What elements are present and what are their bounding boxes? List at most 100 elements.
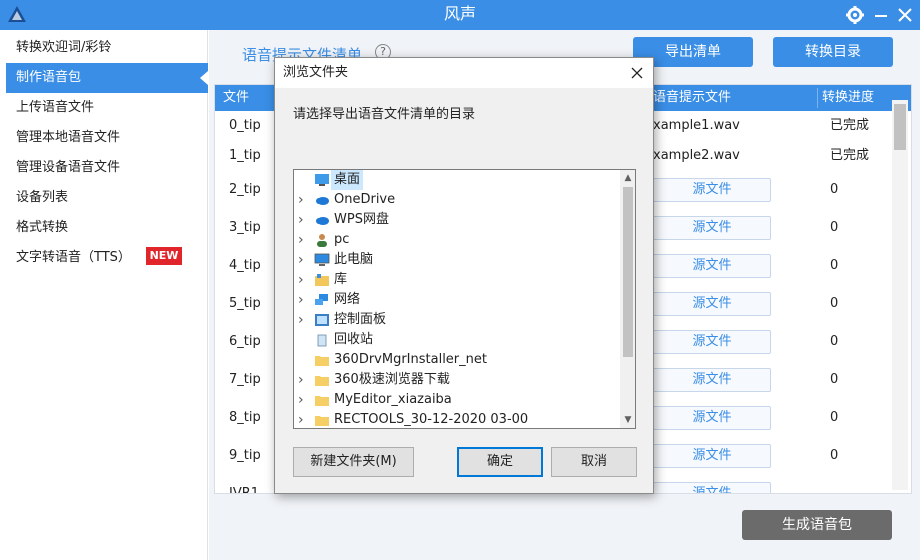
source-file-button[interactable]: 源文件	[653, 406, 771, 430]
row-file-name: 6_tip	[229, 334, 261, 349]
folder-tree-label: 回收站	[334, 332, 374, 347]
new-folder-button[interactable]: 新建文件夹(M)	[293, 447, 414, 477]
sidebar-item-make-voice-pack[interactable]: 制作语音包	[6, 63, 208, 93]
recycle-bin-icon	[314, 333, 330, 347]
folder-tree-label: RECTOOLS_30-12-2020 03-00	[334, 412, 529, 427]
folder-tree-label: 此电脑	[334, 252, 374, 267]
cloud-icon	[314, 193, 330, 207]
sidebar-item-upload-voice[interactable]: 上传语音文件	[6, 93, 208, 123]
folder-tree-item[interactable]: 桌面	[294, 170, 620, 190]
cancel-button[interactable]: 取消	[551, 447, 637, 477]
row-file-name: 0_tip	[229, 118, 261, 133]
folder-tree-item[interactable]: › 360极速浏览器下载	[294, 370, 620, 390]
expand-chevron-icon[interactable]: ›	[298, 310, 308, 330]
tree-scrollbar[interactable]: ▲ ▼	[620, 170, 635, 428]
expand-chevron-icon[interactable]: ›	[298, 290, 308, 310]
expand-chevron-icon[interactable]: ›	[298, 250, 308, 270]
desktop-icon	[314, 173, 330, 187]
folder-tree-label: 360极速浏览器下载	[334, 372, 450, 387]
dialog-title-bar: 浏览文件夹	[275, 58, 653, 88]
scroll-up-icon[interactable]: ▲	[620, 170, 635, 186]
source-file-button[interactable]: 源文件	[653, 216, 771, 240]
folder-tree-item[interactable]: 360DrvMgrInstaller_net	[294, 350, 620, 370]
new-badge: NEW	[146, 247, 182, 265]
folder-tree-label: pc	[334, 232, 350, 247]
row-file-name: IVR1	[229, 486, 260, 494]
convert-directory-button[interactable]: 转换目录	[773, 37, 893, 67]
folder-tree-item[interactable]: › pc	[294, 230, 620, 250]
tree-scrollbar-thumb[interactable]	[623, 187, 633, 357]
folder-tree-item[interactable]: › OneDrive	[294, 190, 620, 210]
folder-tree-item[interactable]: › MyEditor_xiazaiba	[294, 390, 620, 410]
row-progress: 已完成	[830, 118, 870, 133]
folder-tree-label: 360DrvMgrInstaller_net	[334, 352, 487, 367]
source-file-button[interactable]: 源文件	[653, 482, 771, 493]
row-progress: 0	[830, 448, 839, 463]
expand-chevron-icon[interactable]: ›	[298, 190, 308, 210]
scrollbar-thumb[interactable]	[894, 104, 906, 150]
cloud-icon	[314, 213, 330, 227]
source-file-button[interactable]: 源文件	[653, 330, 771, 354]
row-progress: 0	[830, 258, 839, 273]
folder-tree-item[interactable]: › 此电脑	[294, 250, 620, 270]
source-file-button[interactable]: 源文件	[653, 368, 771, 392]
row-file-name: 5_tip	[229, 296, 261, 311]
folder-icon	[314, 373, 330, 387]
folder-tree-item[interactable]: › 库	[294, 270, 620, 290]
generate-voice-pack-button[interactable]: 生成语音包	[742, 510, 892, 540]
expand-chevron-icon[interactable]: ›	[298, 270, 308, 290]
folder-tree-item[interactable]: › WPS网盘	[294, 210, 620, 230]
expand-chevron-icon[interactable]: ›	[298, 230, 308, 250]
row-file-name: 1_tip	[229, 148, 261, 163]
folder-tree-label: 库	[334, 272, 348, 287]
title-bar: 风声	[0, 0, 920, 30]
row-file-name: 3_tip	[229, 220, 261, 235]
scroll-down-icon[interactable]: ▼	[620, 412, 635, 428]
sidebar: 转换欢迎词/彩铃 制作语音包 上传语音文件 管理本地语音文件 管理设备语音文件 …	[0, 30, 208, 560]
sidebar-item-manage-local[interactable]: 管理本地语音文件	[6, 123, 208, 153]
source-file-button[interactable]: 源文件	[653, 444, 771, 468]
expand-chevron-icon[interactable]: ›	[298, 370, 308, 390]
folder-tree-label: OneDrive	[334, 192, 396, 207]
header-prompt-file: 语音提示文件	[653, 90, 732, 105]
row-progress: 0	[830, 372, 839, 387]
folder-icon	[314, 353, 330, 367]
table-scrollbar[interactable]	[892, 100, 908, 490]
folder-tree-label: WPS网盘	[334, 212, 389, 227]
browse-folder-dialog: 浏览文件夹 请选择导出语音文件清单的目录 桌面 › OneDrive › WPS网盘 › p…	[274, 57, 654, 494]
control-panel-icon	[314, 313, 330, 327]
sidebar-item-format-convert[interactable]: 格式转换	[6, 213, 208, 243]
folder-tree-label: 控制面板	[334, 312, 387, 327]
dialog-close-icon[interactable]	[627, 63, 647, 83]
sidebar-item-welcome-ringtone[interactable]: 转换欢迎词/彩铃	[6, 33, 208, 63]
computer-icon	[314, 253, 330, 267]
row-file-name: 4_tip	[229, 258, 261, 273]
dialog-prompt: 请选择导出语音文件清单的目录	[293, 107, 476, 122]
row-progress: 0	[830, 410, 839, 425]
row-file-name: 7_tip	[229, 372, 261, 387]
settings-gear-icon[interactable]	[844, 4, 866, 26]
expand-chevron-icon[interactable]: ›	[298, 410, 308, 428]
expand-chevron-icon[interactable]: ›	[298, 210, 308, 230]
expand-chevron-icon[interactable]: ›	[298, 390, 308, 410]
folder-tree-label: MyEditor_xiazaiba	[334, 392, 452, 407]
sidebar-item-device-list[interactable]: 设备列表	[6, 183, 208, 213]
folder-tree-item[interactable]: 回收站	[294, 330, 620, 350]
sidebar-item-manage-device[interactable]: 管理设备语音文件	[6, 153, 208, 183]
close-icon[interactable]	[894, 4, 916, 26]
source-file-button[interactable]: 源文件	[653, 292, 771, 316]
folder-tree-item[interactable]: › RECTOOLS_30-12-2020 03-00	[294, 410, 620, 428]
header-separator	[817, 88, 818, 108]
ok-button[interactable]: 确定	[457, 447, 543, 477]
dialog-title: 浏览文件夹	[283, 65, 349, 80]
app-title: 风声	[443, 4, 476, 23]
source-file-button[interactable]: 源文件	[653, 178, 771, 202]
row-progress: 0	[830, 220, 839, 235]
minimize-icon[interactable]	[870, 4, 892, 26]
folder-tree-item[interactable]: › 控制面板	[294, 310, 620, 330]
source-file-button[interactable]: 源文件	[653, 254, 771, 278]
network-icon	[314, 293, 330, 307]
folder-icon	[314, 413, 330, 427]
folder-tree-item[interactable]: › 网络	[294, 290, 620, 310]
library-icon	[314, 273, 330, 287]
